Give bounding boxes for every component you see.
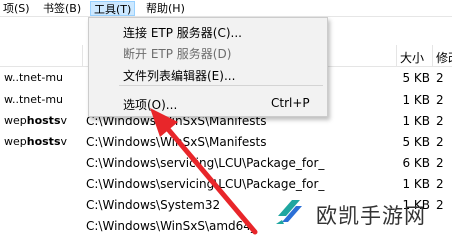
- row-modified: 2: [436, 93, 444, 107]
- menu-item-tools[interactable]: 工具(T): [90, 1, 136, 16]
- row-name: wephostsv: [4, 114, 68, 127]
- watermark: 欧凯手游网: [272, 194, 452, 238]
- row-size: 5 KB: [402, 71, 430, 85]
- watermark-text: 欧凯手游网: [316, 204, 426, 228]
- brand-logo-icon: [276, 200, 302, 224]
- row-path: C:\Windows\servicing\LCU\Package_for_: [86, 177, 325, 191]
- menu-item-label: 断开 ETP 服务器(D): [123, 47, 232, 61]
- row-name: wephostsv: [4, 135, 68, 148]
- column-header-modified[interactable]: 修改: [436, 49, 452, 66]
- menu-separator: [119, 85, 323, 86]
- menu-item-label: 连接 ETP 服务器(C)...: [123, 26, 242, 40]
- menu-item-filelist-editor[interactable]: 文件列表编辑器(E)...: [89, 63, 327, 85]
- table-row[interactable]: C:\Windows\servicing\LCU\Package_for_ 1 …: [0, 174, 452, 195]
- menu-item-label: 选项(O)...: [123, 98, 178, 112]
- menu-item-options[interactable]: 项(S): [0, 1, 33, 16]
- row-modified: 2: [436, 71, 444, 85]
- row-modified: 2: [436, 135, 444, 149]
- row-modified: 2: [436, 114, 444, 128]
- row-path: C:\Windows\servicing\LCU\Package_for_: [86, 156, 325, 170]
- row-name: w..tnet-mu: [4, 71, 64, 84]
- row-modified: 2: [436, 177, 444, 191]
- row-size: 1 KB: [402, 93, 430, 107]
- column-separator[interactable]: [82, 45, 83, 67]
- menu-item-shortcut: Ctrl+P: [271, 96, 310, 110]
- row-size: 6 KB: [402, 156, 430, 170]
- menu-item-disconnect-etp: 断开 ETP 服务器(D): [89, 41, 327, 63]
- column-separator[interactable]: [432, 45, 433, 67]
- column-separator[interactable]: [396, 45, 397, 67]
- column-header-size[interactable]: 大小: [400, 49, 424, 66]
- row-size: 1 KB: [402, 114, 430, 128]
- row-modified: 2: [436, 156, 444, 170]
- row-name: w..tnet-mu: [4, 93, 64, 106]
- table-row[interactable]: wephostsv C:\Windows\WinSxS\Manifests 5 …: [0, 132, 452, 153]
- menu-item-bookmarks[interactable]: 书签(B): [40, 1, 84, 16]
- row-path: C:\Windows\System32: [86, 198, 221, 212]
- row-size: 5 KB: [402, 135, 430, 149]
- table-row[interactable]: C:\Windows\servicing\LCU\Package_for_ 6 …: [0, 153, 452, 174]
- menu-item-options[interactable]: 选项(O)... Ctrl+P: [89, 92, 327, 114]
- menu-item-connect-etp[interactable]: 连接 ETP 服务器(C)...: [89, 20, 327, 42]
- menu-item-help[interactable]: 帮助(H): [143, 1, 188, 16]
- tools-dropdown-menu: 连接 ETP 服务器(C)... 断开 ETP 服务器(D) 文件列表编辑器(E…: [88, 17, 328, 117]
- row-size: 1 KB: [402, 177, 430, 191]
- menu-bar: 项(S) 书签(B) 工具(T) 帮助(H): [0, 0, 452, 17]
- row-path: C:\Windows\WinSxS\Manifests: [86, 135, 267, 149]
- row-path: C:\Windows\WinSxS\amd64_: [86, 219, 257, 233]
- menu-item-label: 文件列表编辑器(E)...: [123, 69, 236, 83]
